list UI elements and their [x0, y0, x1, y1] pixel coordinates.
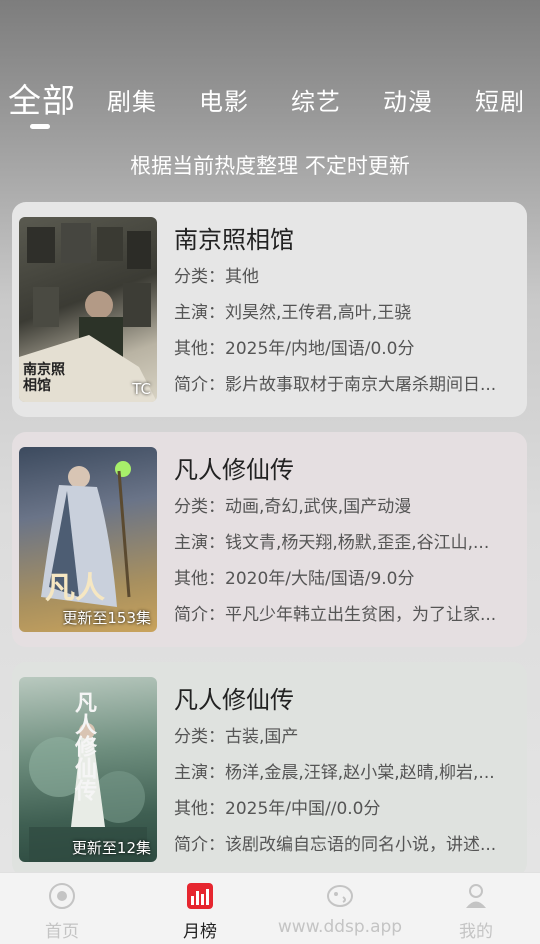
- home-icon: [49, 883, 75, 909]
- nav-profile[interactable]: 我的: [426, 881, 526, 942]
- poster-title-text: 南京照相馆: [23, 362, 65, 394]
- tab-variety[interactable]: 综艺: [291, 82, 341, 117]
- item-cast: 主演：杨洋,金晨,汪铎,赵小棠,赵晴,柳岩,...: [174, 763, 495, 783]
- item-category: 分类：动画,奇幻,武侠,国产动漫: [174, 497, 412, 517]
- episode-badge: 更新至12集: [71, 839, 151, 857]
- nav-home[interactable]: 首页: [12, 881, 112, 942]
- ranking-subtitle: 根据当前热度整理 不定时更新: [130, 154, 410, 178]
- nav-site-label: www.ddsp.app: [277, 917, 403, 937]
- item-other: 其他：2025年/内地/国语/0.0分: [174, 339, 415, 359]
- active-tab-indicator: [30, 124, 50, 129]
- tab-series[interactable]: 剧集: [107, 82, 157, 117]
- item-intro: 简介：该剧改编自忘语的同名小说，讲述...: [174, 835, 497, 855]
- poster-title-text: 凡人: [45, 571, 105, 606]
- item-intro: 简介：平凡少年韩立出生贫困，为了让家...: [174, 605, 497, 625]
- item-title[interactable]: 凡人修仙传: [174, 450, 294, 485]
- item-title[interactable]: 凡人修仙传: [174, 680, 294, 715]
- poster-image[interactable]: 南京照相馆 TC: [19, 217, 157, 402]
- quality-badge: TC: [132, 380, 151, 398]
- tab-short-drama[interactable]: 短剧: [475, 82, 525, 117]
- item-other: 其他：2025年/中国//0.0分: [174, 799, 381, 819]
- item-category: 分类：其他: [174, 267, 259, 287]
- user-icon: [466, 884, 486, 908]
- nav-home-label: 首页: [45, 922, 79, 942]
- poster-title-text: 凡人修仙传: [71, 691, 96, 801]
- fish-icon: [327, 885, 353, 907]
- list-item[interactable]: 南京照相馆 TC 南京照相馆 分类：其他 主演：刘昊然,王传君,高叶,王骁 其他…: [12, 202, 527, 417]
- poster-image[interactable]: 凡人修仙传 更新至12集: [19, 677, 157, 862]
- nav-site[interactable]: www.ddsp.app: [240, 881, 440, 937]
- item-category: 分类：古装,国产: [174, 727, 299, 747]
- item-cast: 主演：钱文青,杨天翔,杨默,歪歪,谷江山,...: [174, 533, 490, 553]
- item-cast: 主演：刘昊然,王传君,高叶,王骁: [174, 303, 412, 323]
- item-other: 其他：2020年/大陆/国语/9.0分: [174, 569, 415, 589]
- tab-all[interactable]: 全部: [8, 74, 76, 122]
- chart-icon: [187, 883, 213, 909]
- tab-anime[interactable]: 动漫: [383, 82, 433, 117]
- item-title[interactable]: 南京照相馆: [174, 220, 294, 255]
- poster-image[interactable]: 凡人 更新至153集: [19, 447, 157, 632]
- list-item[interactable]: 凡人 更新至153集 凡人修仙传 分类：动画,奇幻,武侠,国产动漫 主演：钱文青…: [12, 432, 527, 647]
- nav-profile-label: 我的: [459, 922, 493, 942]
- item-intro: 简介：影片故事取材于南京大屠杀期间日...: [174, 375, 497, 395]
- episode-badge: 更新至153集: [62, 609, 151, 627]
- list-item[interactable]: 凡人修仙传 更新至12集 凡人修仙传 分类：古装,国产 主演：杨洋,金晨,汪铎,…: [12, 662, 527, 877]
- bottom-navigation: 首页 月榜 www.ddsp.app 我的: [0, 872, 540, 944]
- tab-movie[interactable]: 电影: [199, 82, 249, 117]
- nav-monthly-ranking[interactable]: 月榜: [150, 881, 250, 942]
- category-tabs: 全部 剧集 电影 综艺 动漫 短剧: [0, 70, 540, 130]
- nav-monthly-ranking-label: 月榜: [183, 922, 217, 942]
